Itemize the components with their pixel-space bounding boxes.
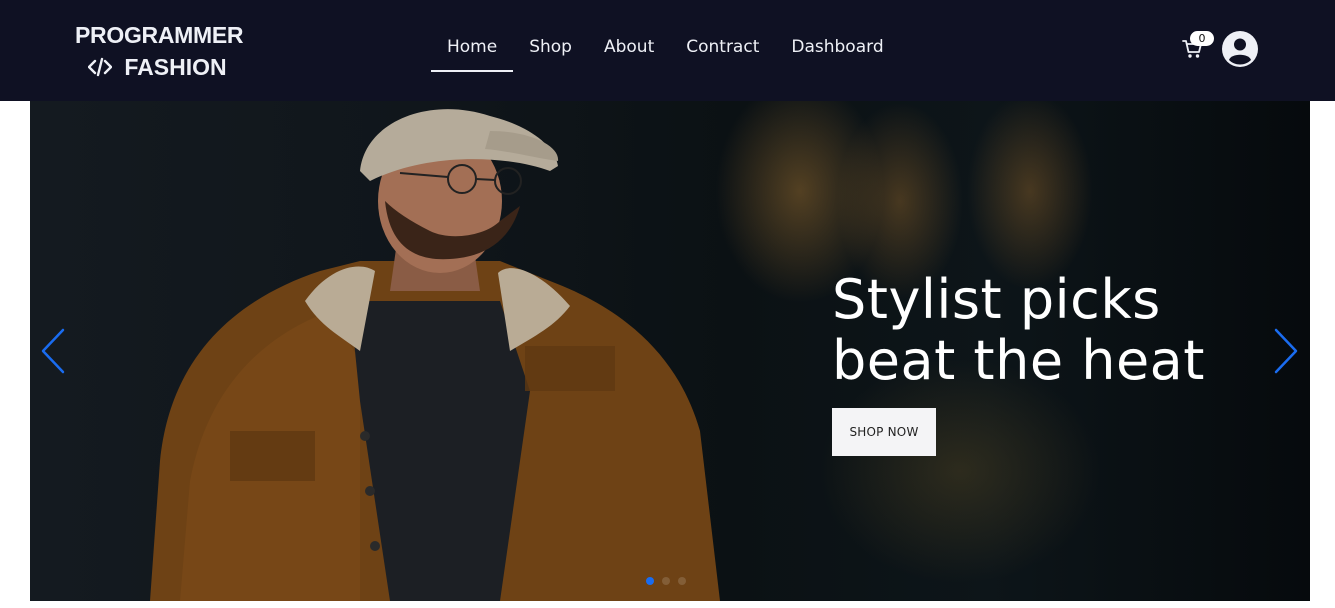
- brand-line-2: FASHION: [124, 54, 227, 80]
- chevron-left-icon[interactable]: [39, 327, 67, 375]
- nav-dashboard[interactable]: Dashboard: [775, 30, 899, 72]
- carousel-dot-2[interactable]: [662, 577, 670, 585]
- hero-carousel: Stylist picks beat the heat SHOP NOW: [30, 101, 1310, 601]
- nav-contract[interactable]: Contract: [670, 30, 775, 72]
- nav-home[interactable]: Home: [431, 30, 514, 72]
- carousel-dot-3[interactable]: [678, 577, 686, 585]
- main-nav: Home Shop About Contract Dashboard: [431, 30, 900, 72]
- cart-count-badge: 0: [1190, 31, 1214, 46]
- carousel-indicators: [646, 577, 686, 585]
- hero-headline-line-1: Stylist picks: [832, 268, 1161, 331]
- hero-headline: Stylist picks beat the heat: [832, 269, 1292, 391]
- carousel-dot-1[interactable]: [646, 577, 654, 585]
- user-avatar-icon[interactable]: [1222, 31, 1258, 67]
- nav-about[interactable]: About: [588, 30, 670, 72]
- code-icon: [88, 57, 113, 77]
- navbar: PROGRAMMER FASHION Home Shop About Contr…: [0, 0, 1335, 101]
- nav-shop[interactable]: Shop: [513, 30, 588, 72]
- chevron-right-icon[interactable]: [1272, 327, 1300, 375]
- shop-now-button[interactable]: SHOP NOW: [832, 408, 936, 456]
- brand-line-1: PROGRAMMER: [75, 22, 244, 48]
- brand-line-2-row: FASHION: [75, 51, 240, 83]
- hero-headline-line-2: beat the heat: [832, 329, 1205, 392]
- brand-logo[interactable]: PROGRAMMER FASHION: [75, 19, 244, 83]
